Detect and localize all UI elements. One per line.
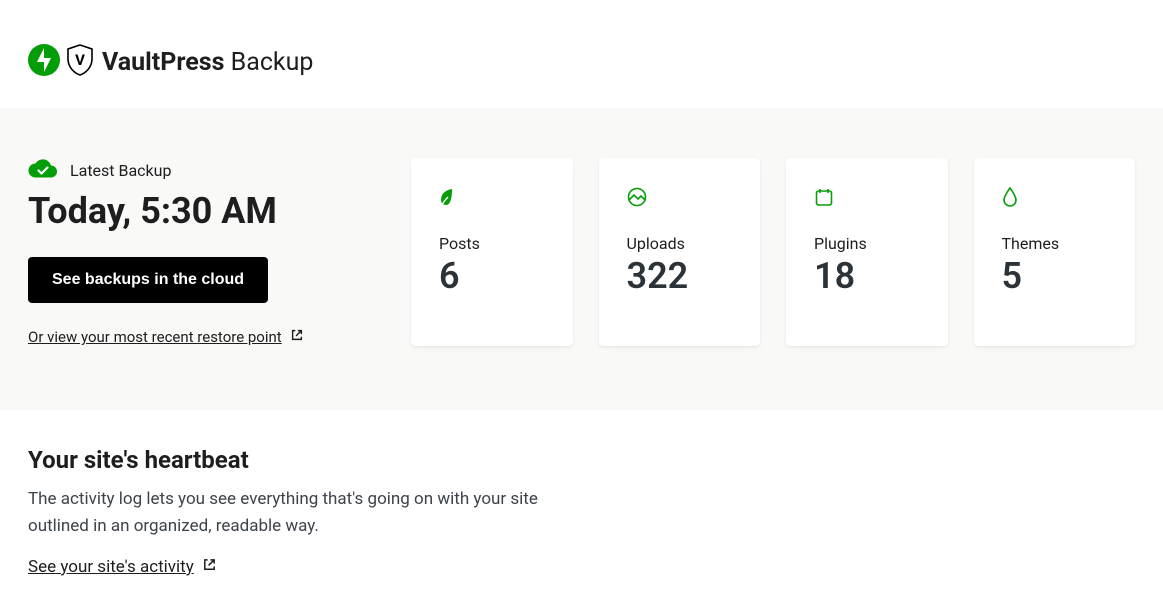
external-link-icon <box>290 328 304 346</box>
leaf-icon <box>439 186 545 208</box>
stat-value: 18 <box>814 257 920 297</box>
cloud-check-icon <box>28 158 58 182</box>
stat-value: 6 <box>439 257 545 297</box>
heartbeat-title: Your site's heartbeat <box>28 446 1135 474</box>
svg-text:V: V <box>75 51 85 69</box>
latest-backup-label: Latest Backup <box>70 161 171 180</box>
shield-icon: V <box>66 44 94 80</box>
image-icon <box>627 186 733 208</box>
heartbeat-section: Your site's heartbeat The activity log l… <box>0 410 1163 605</box>
drop-icon <box>1002 186 1108 208</box>
stat-card-uploads: Uploads 322 <box>599 158 761 346</box>
stat-label: Posts <box>439 234 545 253</box>
restore-point-link-text: Or view your most recent restore point <box>28 328 282 346</box>
stats-grid: Posts 6 Uploads 322 Plugins 18 Themes 5 <box>411 158 1135 346</box>
backup-info: Latest Backup Today, 5:30 AM See backups… <box>28 158 383 346</box>
restore-point-link[interactable]: Or view your most recent restore point <box>28 328 304 346</box>
see-backups-button[interactable]: See backups in the cloud <box>28 257 268 303</box>
stat-card-plugins: Plugins 18 <box>786 158 948 346</box>
activity-link[interactable]: See your site's activity <box>28 557 217 577</box>
heartbeat-description: The activity log lets you see everything… <box>28 486 568 539</box>
stat-card-posts: Posts 6 <box>411 158 573 346</box>
calendar-icon <box>814 186 920 208</box>
page-title: VaultPress Backup <box>102 48 313 77</box>
external-link-icon <box>202 557 217 577</box>
stat-value: 322 <box>627 257 733 297</box>
stat-label: Uploads <box>627 234 733 253</box>
page-header: V VaultPress Backup <box>0 0 1163 108</box>
activity-link-text: See your site's activity <box>28 557 194 577</box>
backup-timestamp: Today, 5:30 AM <box>28 190 383 233</box>
stat-label: Plugins <box>814 234 920 253</box>
stat-card-themes: Themes 5 <box>974 158 1136 346</box>
stat-label: Themes <box>1002 234 1108 253</box>
brand-logo: V <box>28 44 94 80</box>
jetpack-icon <box>28 44 60 80</box>
backup-summary-section: Latest Backup Today, 5:30 AM See backups… <box>0 108 1163 410</box>
stat-value: 5 <box>1002 257 1108 297</box>
